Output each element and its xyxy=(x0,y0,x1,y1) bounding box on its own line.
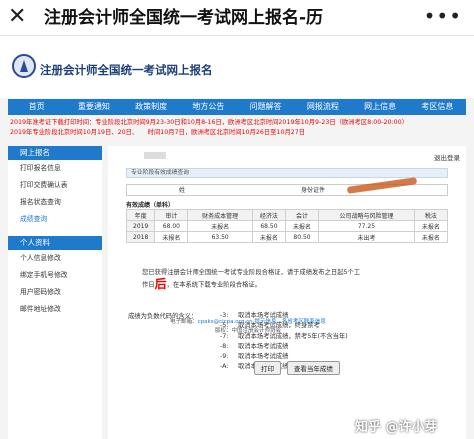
notice-banner: 2019年准考证下载打印时间：专业阶段北京时间9月23-30日和10月8-16日… xyxy=(8,118,466,140)
name-label: 姓 xyxy=(179,187,186,194)
table-cell: 2019 xyxy=(125,220,156,232)
table-cell: 77.25 xyxy=(318,220,415,232)
sidebar-item-edit-password[interactable]: 用户密码修改 xyxy=(8,284,102,301)
notice-line: 2019年专业阶段北京时间10月19日、20日、 时间10月7日，欧洲考区北京时… xyxy=(10,129,306,136)
cicpa-logo-icon xyxy=(12,54,36,78)
table-cell: 未报名 xyxy=(187,220,253,232)
nav-region[interactable]: 考区信息 xyxy=(409,99,466,115)
table-cell: 未报名 xyxy=(251,231,286,243)
certificate-message-part: 作日 xyxy=(142,281,155,289)
table-header: 税法 xyxy=(413,209,449,221)
zhihu-watermark: 知乎 @许小芽 xyxy=(355,420,438,435)
page-title: 注册会计师全国统一考试网上报名-历 xyxy=(44,8,324,28)
footer-copyright: 版权：中国注册会计师协会 xyxy=(214,328,281,334)
code: -9: xyxy=(220,353,229,361)
table-cell: 68.50 xyxy=(251,220,286,232)
logout-link[interactable]: 退出登录 xyxy=(434,152,460,162)
redaction-mark xyxy=(346,177,418,194)
sidebar-item-scores[interactable]: 成绩查询 xyxy=(8,211,102,228)
sidebar: 网上报名 打印报名信息 打印交费确认表 报名状态查询 成绩查询 个人资料 个人信… xyxy=(8,146,102,439)
id-label: 身份证件 xyxy=(301,187,326,194)
emphasis-text: 后 xyxy=(154,277,167,291)
table-cell: 68.00 xyxy=(154,220,189,232)
sidebar-section-profile: 个人资料 xyxy=(8,236,102,250)
table-header: 年度 xyxy=(125,209,156,221)
print-button[interactable]: 打印 xyxy=(254,361,281,375)
sidebar-item-print-info[interactable]: 打印报名信息 xyxy=(8,160,102,177)
sidebar-item-edit-phone[interactable]: 绑定手机号修改 xyxy=(8,267,102,284)
browser-top-bar: ✕ 注册会计师全国统一考试网上报名-历 ••• xyxy=(0,0,474,36)
nav-notices[interactable]: 重要通知 xyxy=(65,99,122,115)
more-icon[interactable]: ••• xyxy=(424,2,462,30)
table-cell: 80.50 xyxy=(284,231,320,243)
table-header: 经济法 xyxy=(251,209,286,221)
nav-policy[interactable]: 政策制度 xyxy=(123,99,180,115)
table-cell: 未报名 xyxy=(413,231,449,243)
redacted-username xyxy=(144,152,166,159)
sidebar-item-print-payment[interactable]: 打印交费确认表 xyxy=(8,177,102,194)
footer-email-link[interactable]: cpaks@cicpa.org.cn xyxy=(198,319,253,325)
main-panel: 退出登录 专业阶段有效成绩查询 姓 身份证件 有效成绩（单科） 年度 审计 财务… xyxy=(108,146,466,439)
nav-faq[interactable]: 问题解答 xyxy=(237,99,294,115)
view-current-year-button[interactable]: 查看当年成绩 xyxy=(286,361,340,375)
action-buttons: 打印 查看当年成绩 xyxy=(254,361,344,375)
certificate-message-line1: 您已获得注册会计师全国统一考试专业阶段合格证，请于成绩发布之日起5个工 xyxy=(142,269,361,276)
table-cell: 未报名 xyxy=(284,220,320,232)
code: -8: xyxy=(220,342,229,350)
list-item: -8: 取消本场考试成绩 xyxy=(220,342,348,352)
certificate-message-part: ，在本系统下载专业阶段合格证。 xyxy=(166,281,262,289)
footer-line: 电子邮箱：cpaks@cicpa.org.cn 提示信息，各省考区联系信息 xyxy=(108,318,388,327)
table-header: 审计 xyxy=(154,209,189,221)
site-header: 注册会计师全国统一考试网上报名 xyxy=(0,36,474,98)
sidebar-item-edit-info[interactable]: 个人信息修改 xyxy=(8,250,102,267)
notice-line: 2019年准考证下载打印时间：专业阶段北京时间9月23-30日和10月8-16日… xyxy=(10,119,408,126)
table-cell: 未报名 xyxy=(413,220,449,232)
section-title: 专业阶段有效成绩查询 xyxy=(126,168,448,178)
table-header: 会计 xyxy=(284,209,320,221)
table-row: 2018 未报名 63.50 未报名 80.50 未出考 未报名 xyxy=(125,231,449,243)
nav-online[interactable]: 网上信息 xyxy=(352,99,409,115)
footer-email-label: 电子邮箱： xyxy=(170,319,198,325)
footer-contact-link[interactable]: 提示信息，各省考区联系信息 xyxy=(254,319,326,325)
site-footer: 电子邮箱：cpaks@cicpa.org.cn 提示信息，各省考区联系信息 版权… xyxy=(108,318,388,336)
main-nav: 首页 重要通知 政策制度 地方公告 问题解答 网报流程 网上信息 考区信息 xyxy=(8,99,466,115)
table-row: 2019 68.00 未报名 68.50 未报名 77.25 未报名 xyxy=(125,220,449,232)
identity-row: 姓 身份证件 xyxy=(126,177,448,196)
nav-home[interactable]: 首页 xyxy=(8,99,65,115)
nav-process[interactable]: 网报流程 xyxy=(294,99,351,115)
sidebar-section-registration: 网上报名 xyxy=(8,146,102,160)
nav-local[interactable]: 地方公告 xyxy=(180,99,237,115)
code: -A: xyxy=(220,363,229,371)
code-desc: 取消本场考试成绩 xyxy=(238,353,289,361)
table-header-row: 年度 审计 财务成本管理 经济法 会计 公司战略与风险管理 税法 xyxy=(125,209,449,221)
score-table: 年度 审计 财务成本管理 经济法 会计 公司战略与风险管理 税法 2019 68… xyxy=(125,209,449,243)
close-icon[interactable]: ✕ xyxy=(8,3,26,31)
table-cell: 2018 xyxy=(125,231,156,243)
table-cell: 未报名 xyxy=(154,231,189,243)
sidebar-item-edit-email[interactable]: 邮件地址修改 xyxy=(8,301,102,318)
table-header: 公司战略与风险管理 xyxy=(318,209,415,221)
code-desc: 取消本场考试成绩 xyxy=(238,342,289,350)
table-cell: 未出考 xyxy=(318,231,415,243)
certificate-message-line2: 作日后，在本系统下载专业阶段合格证。 xyxy=(142,277,262,291)
table-header: 财务成本管理 xyxy=(187,209,253,221)
valid-scores-title: 有效成绩（单科） xyxy=(126,202,175,209)
site-title: 注册会计师全国统一考试网上报名 xyxy=(40,63,213,77)
screenshot-area: 注册会计师全国统一考试网上报名 首页 重要通知 政策制度 地方公告 问题解答 网… xyxy=(0,36,474,439)
table-cell: 63.50 xyxy=(187,231,253,243)
sidebar-item-status[interactable]: 报名状态查询 xyxy=(8,194,102,211)
